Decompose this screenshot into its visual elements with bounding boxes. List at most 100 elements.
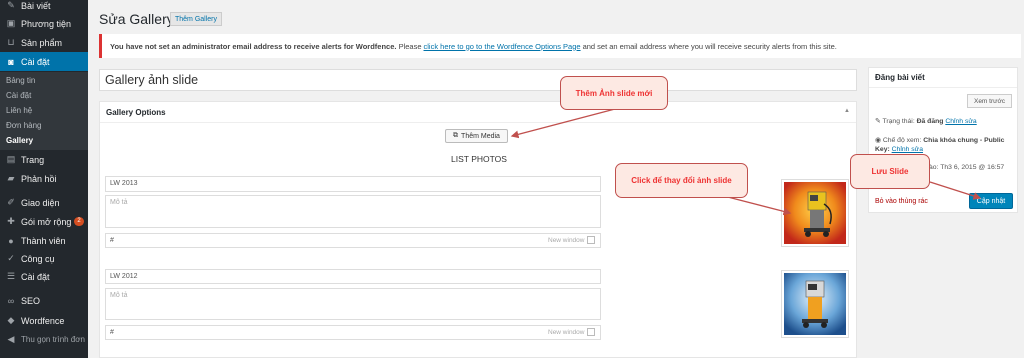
add-media-button[interactable]: ⧉ Thêm Media bbox=[445, 129, 508, 143]
move-to-trash-link[interactable]: Bỏ vào thùng rác bbox=[875, 198, 928, 205]
sidebar-item-seo[interactable]: ∞ SEO bbox=[0, 291, 88, 310]
machine-image bbox=[784, 182, 846, 244]
sidebar-item-pages[interactable]: ▤ Trang bbox=[0, 150, 88, 169]
submenu-dashboard[interactable]: Bảng tin bbox=[6, 76, 35, 85]
sidebar-item-media[interactable]: ▣ Phương tiện bbox=[0, 14, 88, 33]
machine-image bbox=[784, 273, 846, 335]
submenu-gallery[interactable]: Gallery bbox=[6, 136, 33, 145]
sidebar-item-label: Phản hồi bbox=[21, 173, 57, 184]
pin-icon: ✎ bbox=[7, 0, 15, 10]
settings-icon: ◙ bbox=[8, 56, 14, 67]
sidebar-item-label: SEO bbox=[21, 295, 41, 306]
sidebar-item-comments[interactable]: ▰ Phản hồi bbox=[0, 169, 88, 188]
sliders-icon: ☰ bbox=[6, 271, 16, 281]
preview-button[interactable]: Xem trước bbox=[967, 94, 1012, 108]
edit-visibility-link[interactable]: Chỉnh sửa bbox=[892, 146, 923, 153]
collapse-arrow-icon[interactable]: ▲ bbox=[844, 108, 850, 114]
seo-icon: ∞ bbox=[7, 295, 15, 306]
cart-icon: ⊔ bbox=[7, 37, 15, 47]
sidebar-item-wordfence[interactable]: ◆ Wordfence bbox=[0, 311, 88, 330]
key-line: Key: Chỉnh sửa bbox=[875, 146, 923, 153]
list-photos-title: LIST PHOTOS bbox=[451, 154, 507, 164]
notice-text: and set an email address where you will … bbox=[582, 41, 837, 51]
publish-title: Đăng bài viết bbox=[869, 68, 1017, 88]
sidebar-item-label: Công cụ bbox=[21, 253, 55, 264]
photo-title-field[interactable]: LW 2013 bbox=[105, 176, 601, 192]
submenu-contact[interactable]: Liên hệ bbox=[6, 106, 32, 115]
sidebar-item-label: Wordfence bbox=[21, 315, 65, 326]
update-button[interactable]: Cập nhật bbox=[969, 193, 1013, 209]
pin-icon: ✎ bbox=[875, 118, 881, 125]
sidebar-item-label: Thành viên bbox=[21, 235, 66, 246]
photo-description-field[interactable]: Mô tả bbox=[105, 288, 601, 320]
new-window-option[interactable]: New window bbox=[548, 236, 595, 244]
sidebar-item-users[interactable]: ● Thành viên bbox=[0, 231, 88, 250]
sidebar-item-label: Gói mở rộng bbox=[21, 216, 72, 227]
new-window-label: New window bbox=[548, 328, 585, 336]
plugin-icon: ✚ bbox=[7, 216, 15, 226]
photo-link-field[interactable]: # bbox=[105, 325, 601, 340]
sidebar-item-label: Trang bbox=[21, 154, 45, 165]
add-gallery-button[interactable]: Thêm Gallery bbox=[170, 12, 223, 26]
sidebar-item-label: Sản phẩm bbox=[21, 37, 63, 48]
photo-title-field[interactable]: LW 2012 bbox=[105, 269, 601, 284]
publish-box: Đăng bài viết Xem trước ✎ Trạng thái: Đã… bbox=[868, 67, 1018, 213]
eye-icon: ◉ bbox=[875, 137, 881, 144]
media-icon: ▣ bbox=[6, 18, 16, 28]
notice-text: Please bbox=[398, 41, 422, 51]
collapse-icon: ◀ bbox=[7, 334, 15, 344]
sidebar-item-products[interactable]: ⊔ Sản phẩm bbox=[0, 33, 88, 52]
edit-status-link[interactable]: Chỉnh sửa bbox=[945, 118, 976, 125]
photo-description-field[interactable]: Mô tả bbox=[105, 195, 601, 228]
callout-save-slide: Lưu Slide bbox=[850, 154, 930, 189]
sidebar-item-label: Cài đặt bbox=[21, 56, 50, 67]
product-image bbox=[784, 182, 846, 244]
add-media-label: Thêm Media bbox=[461, 132, 500, 140]
gallery-options-title: Gallery Options bbox=[100, 102, 856, 123]
photo-thumbnail[interactable] bbox=[781, 179, 849, 247]
plugin-update-badge: 2 bbox=[74, 217, 84, 226]
visibility-label: Chế độ xem: bbox=[882, 137, 922, 144]
admin-sidebar: ✎ Bài viết ▣ Phương tiện ⊔ Sản phẩm ◙ Cài đặ… bbox=[0, 0, 88, 358]
sidebar-item-general-settings[interactable]: ☰ Cài đặt bbox=[0, 267, 88, 286]
new-window-checkbox[interactable] bbox=[586, 328, 595, 336]
submenu-orders[interactable]: Đơn hàng bbox=[6, 121, 42, 130]
product-image bbox=[784, 273, 846, 335]
submenu-settings[interactable]: Cài đặt bbox=[6, 91, 31, 100]
wordfence-notice: You have not set an administrator email … bbox=[99, 34, 1021, 58]
sidebar-item-label: Cài đặt bbox=[21, 271, 50, 282]
sidebar-item-appearance[interactable]: ✐ Giao diện bbox=[0, 193, 88, 212]
new-window-option[interactable]: New window bbox=[548, 328, 595, 336]
sidebar-item-label: Giao diện bbox=[21, 197, 60, 208]
sidebar-item-tools[interactable]: ✓ Công cụ bbox=[0, 249, 88, 268]
post-title-input[interactable]: Gallery ảnh slide bbox=[99, 69, 857, 91]
wordfence-options-link[interactable]: click here to go to the Wordfence Option… bbox=[424, 42, 581, 51]
media-icon: ⧉ bbox=[453, 132, 459, 139]
photo-link-field[interactable]: # bbox=[105, 233, 601, 248]
new-window-checkbox[interactable] bbox=[586, 236, 595, 244]
sidebar-collapse-menu[interactable]: ◀ Thu gọn trình đơn bbox=[0, 330, 88, 349]
callout-change-image: Click để thay đổi ảnh slide bbox=[615, 163, 748, 198]
visibility-line: ◉ Chế độ xem: Chia khóa chung - Public bbox=[875, 136, 1004, 144]
sidebar-item-plugins[interactable]: ✚ Gói mở rộng 2 bbox=[0, 212, 88, 231]
page-title: Sửa Gallery bbox=[99, 11, 174, 27]
key-label: Key: bbox=[875, 146, 890, 153]
status-label: Trạng thái: bbox=[882, 118, 915, 125]
shield-icon: ◆ bbox=[7, 315, 15, 325]
new-window-label: New window bbox=[548, 236, 585, 244]
sidebar-item-label: Phương tiện bbox=[21, 18, 71, 29]
status-line: ✎ Trạng thái: Đã đăng Chỉnh sửa bbox=[875, 117, 977, 125]
gallery-options-box: Gallery Options ▲ ⧉ Thêm Media LIST PHOTO… bbox=[99, 101, 857, 358]
page-icon: ▤ bbox=[6, 154, 16, 164]
wrench-icon: ✓ bbox=[7, 253, 15, 263]
callout-add-slide: Thêm Ảnh slide mới bbox=[560, 76, 668, 110]
photo-thumbnail[interactable] bbox=[781, 270, 849, 338]
visibility-value: Chia khóa chung - Public bbox=[923, 137, 1005, 144]
sidebar-item-posts[interactable]: ✎ Bài viết bbox=[0, 0, 88, 15]
sidebar-item-settings[interactable]: ◙ Cài đặt bbox=[0, 52, 88, 71]
sidebar-item-label: Bài viết bbox=[21, 0, 51, 11]
brush-icon: ✐ bbox=[7, 197, 15, 207]
notice-bold-text: You have not set an administrator email … bbox=[110, 41, 397, 51]
user-icon: ● bbox=[8, 235, 14, 246]
status-value: Đã đăng bbox=[916, 118, 944, 125]
